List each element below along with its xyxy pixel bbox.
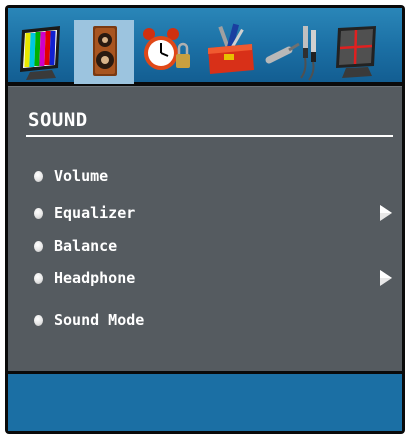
menu-icon-bar [8,8,402,84]
menu-item-headphone[interactable]: Headphone [28,269,392,291]
submenu-arrow-icon [380,270,392,286]
menu-item-sound-mode[interactable]: Sound Mode [28,311,388,333]
menu-item-label: Equalizer [54,204,136,222]
cables-icon [265,26,316,81]
tab-connections[interactable] [263,20,323,84]
submenu-arrow-icon [380,205,392,221]
bullet-icon [34,171,43,182]
tab-source[interactable] [328,20,388,84]
menu-title: SOUND [28,109,88,131]
menu-item-label: Balance [54,237,118,255]
title-divider [26,135,393,137]
bullet-icon [34,273,43,284]
tab-picture[interactable] [12,20,72,84]
source-screen-icon [336,26,376,78]
info-footer-bar [8,374,402,431]
menu-item-label: Sound Mode [54,311,145,329]
bullet-icon [34,208,43,219]
toolbox-icon [208,23,254,74]
menu-item-label: Volume [54,167,109,185]
sound-menu-panel: SOUND Volume Equalizer Balance Headphone… [8,86,402,371]
tab-setup[interactable] [200,20,260,84]
sound-speaker-icon [93,26,117,76]
bullet-icon [34,315,43,326]
bullet-icon [34,241,43,252]
menu-item-volume[interactable]: Volume [28,167,388,189]
menu-item-balance[interactable]: Balance [28,237,388,259]
tab-sound[interactable] [74,20,134,84]
tab-timer[interactable] [136,20,196,84]
picture-icon [20,26,60,80]
menu-item-equalizer[interactable]: Equalizer [28,204,392,226]
menu-item-label: Headphone [54,269,136,287]
alarm-clock-icon [143,28,190,70]
